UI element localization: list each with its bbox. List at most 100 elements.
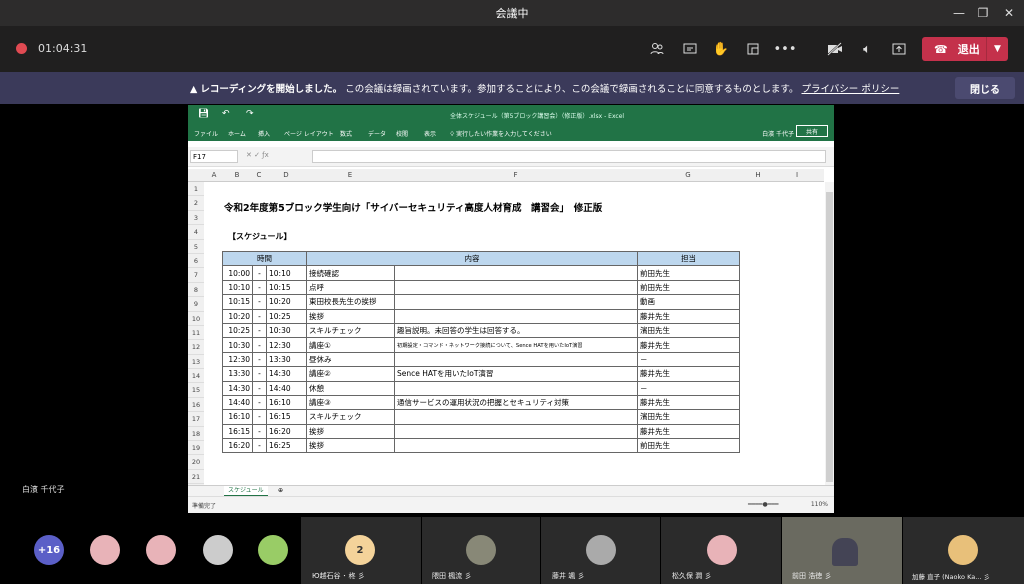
cell-detail[interactable]: Sence HATを用いたIoT演習 (394, 366, 638, 382)
cell-detail[interactable] (394, 380, 638, 396)
save-icon[interactable]: 💾︎ (198, 109, 209, 119)
cell-item[interactable]: 東田校長先生の挨拶 (306, 294, 395, 310)
privacy-link[interactable]: プライバシー ポリシー (802, 84, 900, 95)
cell-detail[interactable] (394, 438, 638, 454)
tell-me-box[interactable]: 💡︎ 実行したい作業を入力してください (450, 129, 552, 139)
cell-sep[interactable]: - (252, 366, 267, 382)
cell-item[interactable]: 昼休み (306, 351, 395, 368)
cell-owner[interactable]: 前田先生 (637, 265, 740, 281)
cell-end[interactable]: 14:40 (266, 380, 307, 396)
menu-formulas[interactable]: 数式 (340, 129, 352, 138)
cell-item[interactable]: 講座③ (306, 394, 395, 411)
cell-end[interactable]: 10:30 (266, 322, 307, 339)
overflow-count[interactable]: +16 (34, 535, 64, 565)
cell-sep[interactable]: - (252, 308, 267, 324)
row-header[interactable]: 7 (188, 268, 204, 283)
row-header[interactable]: 8 (188, 283, 204, 298)
cell-start[interactable]: 10:00 (222, 265, 253, 281)
cell-item[interactable]: 講座② (306, 366, 395, 382)
col-header[interactable]: F (394, 171, 637, 179)
row-header[interactable]: 17 (188, 412, 204, 427)
row-header[interactable]: 10 (188, 312, 204, 326)
cell-owner[interactable]: 濱田先生 (637, 409, 740, 425)
mute-icon[interactable]: 🔈︎ (856, 38, 878, 60)
menu-insert[interactable]: 挿入 (258, 129, 270, 138)
excel-share-button[interactable]: 共有 (796, 125, 828, 137)
cell-detail[interactable] (394, 351, 638, 368)
col-header[interactable]: B (222, 171, 252, 179)
cell-end[interactable]: 10:20 (266, 294, 307, 310)
cell-sep[interactable]: - (252, 279, 267, 296)
row-header[interactable]: 16 (188, 398, 204, 413)
avatar[interactable] (707, 535, 737, 565)
cell-detail[interactable]: 趣旨説明。未回答の学生は回答する。 (394, 322, 638, 339)
col-header[interactable]: I (777, 171, 817, 179)
cell-sep[interactable]: - (252, 409, 267, 425)
cell-end[interactable]: 10:25 (266, 308, 307, 324)
cell-start[interactable]: 10:20 (222, 308, 253, 324)
cell-owner[interactable]: 濱田先生 (637, 322, 740, 339)
row-header[interactable]: 2 (188, 196, 204, 211)
vertical-scrollbar[interactable] (825, 182, 834, 502)
cell-end[interactable]: 16:20 (266, 423, 307, 440)
col-header[interactable]: C (252, 171, 266, 179)
cell-item[interactable]: 点呼 (306, 279, 395, 296)
cell-item[interactable]: スキルチェック (306, 322, 395, 339)
cell-start[interactable]: 10:30 (222, 337, 253, 353)
cell-end[interactable]: 16:25 (266, 438, 307, 454)
raise-hand-icon[interactable]: ✋ (710, 38, 732, 60)
cell-start[interactable]: 10:15 (222, 294, 253, 310)
cell-detail[interactable]: 初期設定・コマンド・ネットワーク接続について、Sence HATを用いたIoT演… (394, 337, 638, 353)
leave-button[interactable]: ☎ 退出 ▼ (922, 37, 1008, 61)
cell-detail[interactable] (394, 265, 638, 281)
cell-detail[interactable] (394, 279, 638, 296)
share-screen-icon[interactable] (888, 38, 910, 60)
cell-end[interactable]: 10:10 (266, 265, 307, 281)
cell-sep[interactable]: - (252, 380, 267, 396)
cell-item[interactable]: 挨拶 (306, 308, 395, 324)
avatar[interactable] (146, 535, 176, 565)
menu-home[interactable]: ホーム (228, 129, 246, 138)
undo-icon[interactable]: ↶ (222, 109, 230, 119)
add-sheet-icon[interactable]: ⊕ (278, 487, 283, 494)
row-header[interactable]: 21 (188, 470, 204, 485)
cell-owner[interactable]: － (637, 351, 740, 368)
cell-start[interactable]: 10:10 (222, 279, 253, 296)
cell-start[interactable]: 10:25 (222, 322, 253, 339)
rooms-icon[interactable] (742, 38, 764, 60)
zoom-slider[interactable]: ━━━━●━━━ (748, 501, 779, 508)
row-header[interactable]: 14 (188, 369, 204, 384)
col-header[interactable]: A (206, 171, 222, 179)
row-header[interactable]: 5 (188, 240, 204, 254)
cell-detail[interactable]: 通信サービスの運用状況の把握とセキュリティ対策 (394, 394, 638, 411)
cell-start[interactable]: 16:15 (222, 423, 253, 440)
cell-item[interactable]: スキルチェック (306, 409, 395, 425)
participants-icon[interactable] (646, 38, 668, 60)
cell-end[interactable]: 10:15 (266, 279, 307, 296)
avatar[interactable] (586, 535, 616, 565)
cell-end[interactable]: 12:30 (266, 337, 307, 353)
cell-sep[interactable]: - (252, 265, 267, 281)
row-header[interactable]: 19 (188, 441, 204, 456)
redo-icon[interactable]: ↷ (246, 109, 254, 119)
cell-start[interactable]: 13:30 (222, 366, 253, 382)
cell-start[interactable]: 12:30 (222, 351, 253, 368)
scroll-thumb[interactable] (826, 192, 833, 482)
row-header[interactable]: 15 (188, 383, 204, 398)
menu-file[interactable]: ファイル (194, 129, 218, 138)
header-owner[interactable]: 担当 (637, 250, 740, 267)
cell-item[interactable]: 挨拶 (306, 423, 395, 440)
cell-sep[interactable]: - (252, 394, 267, 411)
cell-item[interactable]: 講座① (306, 337, 395, 353)
cell-sep[interactable]: - (252, 294, 267, 310)
more-options-icon[interactable]: ••• (774, 38, 797, 60)
cell-detail[interactable] (394, 409, 638, 425)
col-header[interactable]: D (266, 171, 306, 179)
row-header[interactable]: 9 (188, 297, 204, 312)
row-header[interactable]: 3 (188, 211, 204, 226)
cell-sep[interactable]: - (252, 337, 267, 353)
avatar[interactable] (203, 535, 233, 565)
menu-data[interactable]: データ (368, 129, 386, 138)
col-header[interactable]: H (739, 171, 777, 179)
col-header[interactable]: E (306, 171, 394, 179)
